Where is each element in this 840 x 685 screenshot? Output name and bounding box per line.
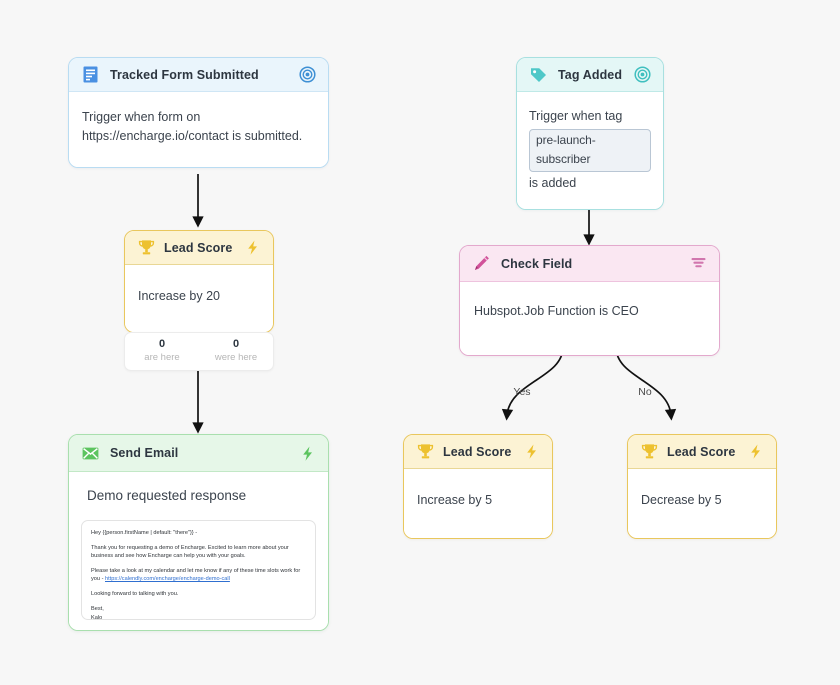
form-document-icon [81,65,100,84]
tag-trigger-suffix: is added [529,175,577,190]
lead-score-stats: 0 are here 0 were here [124,332,274,371]
filter-icon[interactable] [690,255,707,272]
node-header: Lead Score [404,435,552,469]
email-paragraph-2: Please take a look at my calendar and le… [91,567,306,584]
lightning-bolt-icon[interactable] [244,239,261,256]
target-icon[interactable] [634,66,651,83]
node-body: Increase by 20 [125,265,273,333]
stat-are-here: 0 are here [125,333,199,370]
node-title: Lead Score [443,444,512,459]
node-header: Lead Score [628,435,776,469]
connector-checkfield-yes [501,346,564,421]
node-title: Check Field [501,256,573,271]
node-body: Trigger when tag pre-launch-subscriber i… [517,92,663,209]
node-title: Tracked Form Submitted [110,67,259,82]
node-tag-added[interactable]: Tag Added Trigger when tag pre-launch-su… [516,57,664,210]
node-body: Demo requested response Hey {{person.fir… [69,472,328,630]
node-body: Decrease by 5 [628,469,776,539]
lightning-bolt-icon[interactable] [747,443,764,460]
node-body: Trigger when form on https://encharge.io… [69,92,328,167]
tag-trigger-prefix: Trigger when tag [529,109,623,123]
node-body: Increase by 5 [404,469,552,539]
trigger-line-2: https://encharge.io/contact is submitted… [82,129,303,144]
node-title: Send Email [110,446,179,460]
node-header: Check Field [460,246,719,282]
trophy-icon [137,238,156,257]
node-lead-score-no[interactable]: Lead Score Decrease by 5 [627,434,777,540]
trophy-icon [416,442,435,461]
pencil-icon [472,254,491,273]
node-header: Tracked Form Submitted [69,58,328,92]
envelope-icon [81,444,100,463]
branch-label-yes: Yes [513,386,530,398]
lightning-bolt-icon[interactable] [299,445,316,462]
email-greeting: Hey {{person.firstName | default: "there… [91,529,198,536]
trigger-line-1: Trigger when form on [82,110,201,124]
node-title: Tag Added [558,67,623,82]
email-signature: Kalo [91,614,103,620]
tag-icon [529,65,548,84]
lightning-bolt-icon[interactable] [523,443,540,460]
node-lead-score-yes[interactable]: Lead Score Increase by 5 [403,434,553,540]
email-subject: Demo requested response [87,488,247,503]
node-lead-score-main[interactable]: Lead Score Increase by 20 [124,230,274,334]
node-title: Lead Score [164,240,233,255]
node-header: Send Email [69,435,328,472]
tag-value-chip[interactable]: pre-launch-subscriber [529,129,651,172]
connector-checkfield-no [615,346,677,421]
stat-value: 0 [232,338,240,350]
calendly-link[interactable]: https://calendly.com/encharge/encharge-d… [105,576,230,582]
email-body-preview[interactable]: Hey {{person.firstName | default: "there… [81,519,316,620]
node-header: Lead Score [125,231,273,265]
workflow-canvas: Yes No Tracked Form Submitted Trigger wh… [0,0,840,685]
node-send-email[interactable]: Send Email Demo requested response Hey {… [68,434,329,631]
stat-were-here: 0 were here [199,333,273,370]
node-header: Tag Added [517,58,663,92]
stat-label: were here [214,351,258,363]
stat-label: are here [144,351,180,363]
node-title: Lead Score [667,444,736,459]
node-tracked-form-submitted[interactable]: Tracked Form Submitted Trigger when form… [68,57,329,168]
branch-label-no: No [638,386,652,398]
node-body: Hubspot.Job Function is CEO [460,282,719,356]
trophy-icon [640,442,659,461]
target-icon[interactable] [299,66,316,83]
email-paragraph-3: Looking forward to talking with you. [91,591,179,598]
email-paragraph-1: Thank you for requesting a demo of Encha… [91,544,289,560]
stat-value: 0 [158,338,166,350]
email-signoff: Best, [91,606,104,613]
node-check-field[interactable]: Check Field Hubspot.Job Function is CEO [459,245,720,357]
